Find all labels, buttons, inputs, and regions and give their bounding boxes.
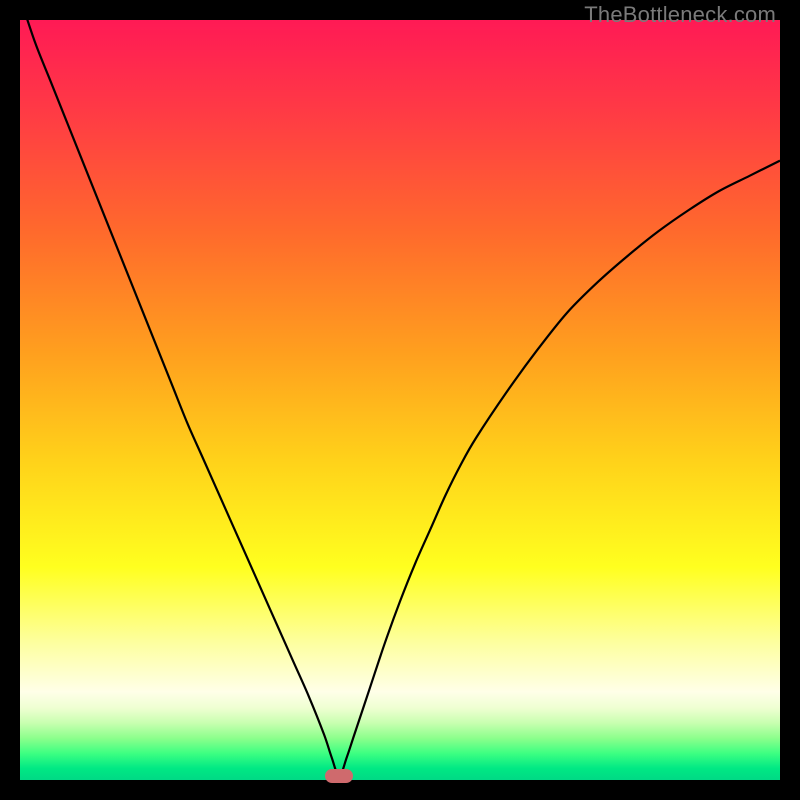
- bottleneck-plot: [20, 20, 780, 780]
- gradient-background: [20, 20, 780, 780]
- chart-frame: [20, 20, 780, 780]
- watermark-text: TheBottleneck.com: [584, 2, 776, 28]
- optimal-marker: [325, 769, 353, 783]
